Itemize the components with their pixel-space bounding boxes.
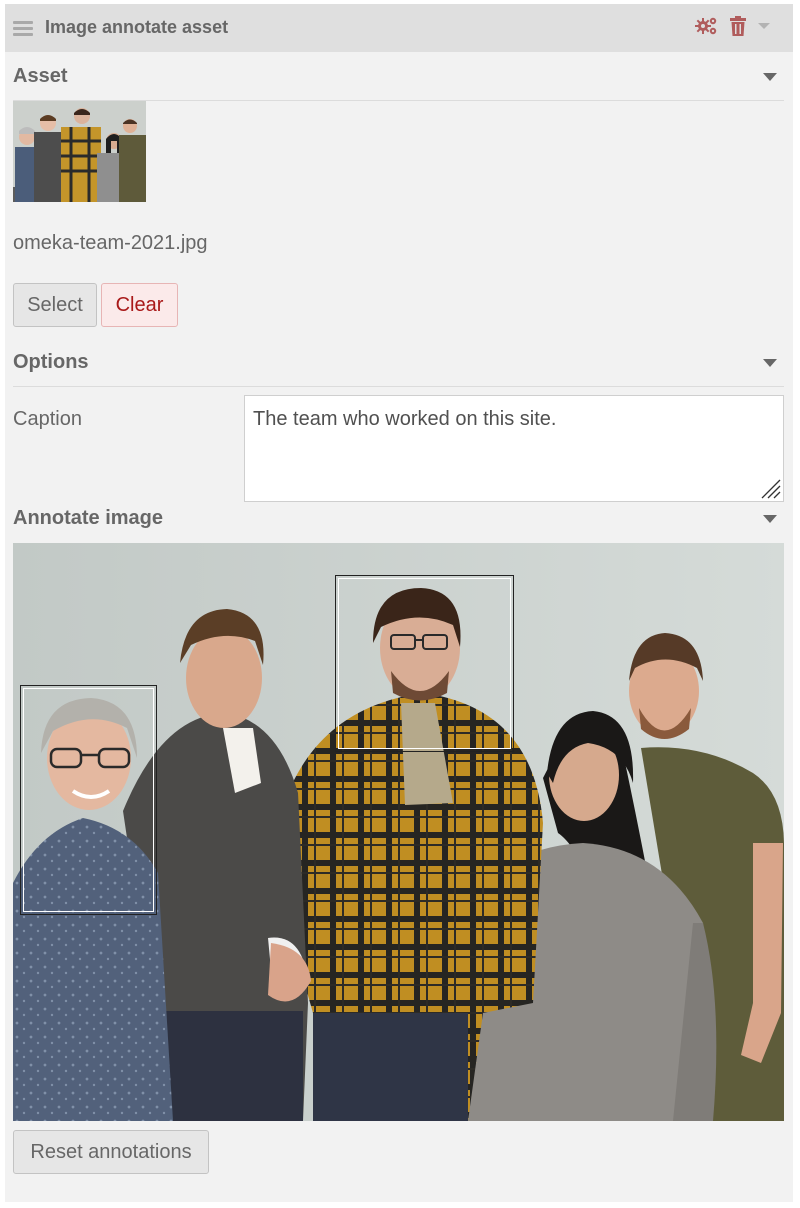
select-asset-button[interactable]: Select [13, 283, 97, 327]
asset-filename: omeka-team-2021.jpg [13, 232, 208, 254]
options-section-title: Options [13, 351, 89, 373]
annotate-image-canvas[interactable] [13, 543, 784, 1121]
caption-textarea[interactable]: The team who worked on this site. [244, 395, 784, 502]
block-title: Image annotate asset [45, 17, 229, 37]
options-collapse-caret-icon[interactable] [763, 359, 777, 367]
asset-section-title: Asset [13, 65, 68, 87]
block-panel: Image annotate asset Asset omeka-team-20… [5, 4, 793, 1202]
annotate-collapse-caret-icon[interactable] [763, 515, 777, 523]
block-header: Image annotate asset [5, 4, 793, 52]
caret-down-icon[interactable] [757, 21, 771, 31]
gears-icon[interactable] [695, 16, 719, 36]
clear-asset-button[interactable]: Clear [101, 283, 178, 327]
hamburger-icon[interactable] [13, 21, 33, 37]
options-divider [13, 386, 784, 387]
block-actions [695, 16, 771, 36]
asset-thumbnail [13, 101, 146, 202]
annotation-box[interactable] [20, 685, 157, 915]
annotation-box[interactable] [335, 575, 514, 752]
reset-annotations-button[interactable]: Reset annotations [13, 1130, 209, 1174]
trash-icon[interactable] [729, 16, 747, 36]
annotate-section-title: Annotate image [13, 507, 164, 529]
asset-collapse-caret-icon[interactable] [763, 73, 777, 81]
caption-label: Caption [13, 408, 82, 430]
